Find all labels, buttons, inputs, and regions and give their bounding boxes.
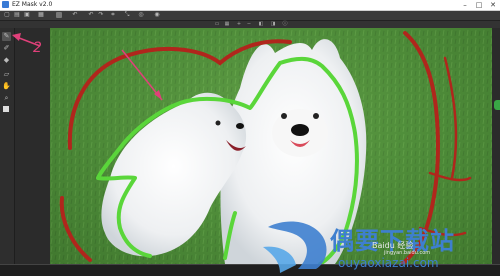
- watermark-subtitle: ouyaoxiazai.com: [338, 256, 439, 270]
- redo-icon[interactable]: ↶: [88, 12, 94, 18]
- annotation-number: 2: [33, 40, 42, 56]
- transform-icon[interactable]: ⤡: [124, 12, 130, 18]
- grid-icon[interactable]: ▦: [224, 21, 230, 27]
- crop-icon[interactable]: ⌗: [110, 12, 116, 18]
- zoom-out-icon[interactable]: −: [246, 21, 252, 27]
- main-toolbar: ▢ ▤ ▣ ▦ ↶ ↶ ↷ ⌗ ⤡ ◎ ◉: [0, 11, 500, 21]
- compare-icon[interactable]: ◨: [270, 21, 276, 27]
- panel-toggle-handle[interactable]: [494, 100, 500, 110]
- view-toolbar: ▭ ▦ + − ◧ ◨ ⓘ: [0, 21, 500, 28]
- title-bar: EZ Mask v2.0 – □ ✕: [0, 0, 500, 11]
- hand-icon[interactable]: ✋: [2, 82, 11, 91]
- zoom-in-icon[interactable]: +: [236, 21, 242, 27]
- color-icon[interactable]: [3, 106, 9, 112]
- mask-icon[interactable]: ◉: [154, 12, 160, 18]
- annotation-arrow: [12, 33, 41, 47]
- info-icon[interactable]: ⓘ: [282, 21, 288, 27]
- undo-icon[interactable]: ↶: [72, 12, 78, 18]
- redo-forward-icon[interactable]: ↷: [98, 12, 104, 18]
- zoom-tool-icon[interactable]: ⌕: [2, 94, 11, 103]
- minimize-button[interactable]: –: [458, 0, 472, 10]
- eraser-icon[interactable]: ▱: [2, 70, 11, 79]
- maximize-button[interactable]: □: [472, 0, 486, 10]
- zoom-icon[interactable]: ◎: [138, 12, 144, 18]
- fit-icon[interactable]: ▭: [214, 21, 220, 27]
- close-button[interactable]: ✕: [486, 0, 500, 10]
- view-icon[interactable]: ◧: [258, 21, 264, 27]
